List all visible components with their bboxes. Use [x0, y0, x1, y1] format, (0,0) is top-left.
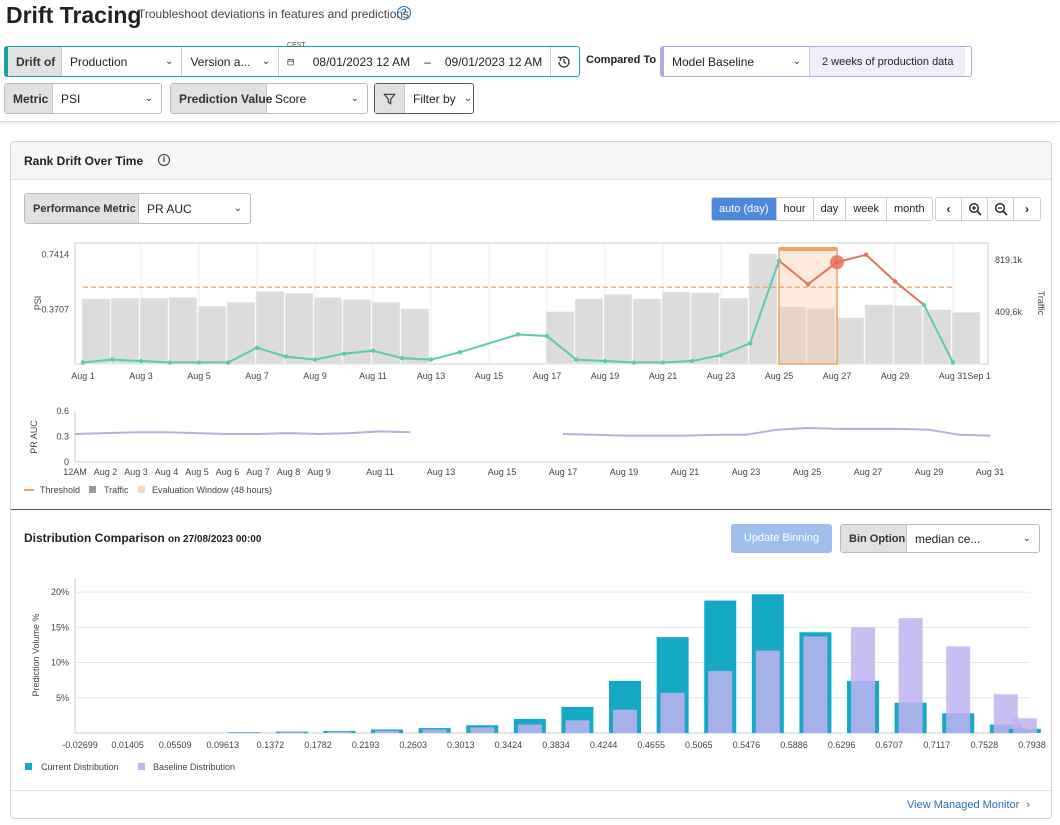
page-header: Drift Tracing Troubleshoot deviations in…	[0, 0, 1060, 122]
footer-divider	[11, 790, 1051, 791]
compared-to-label: Compared To	[586, 54, 657, 66]
version-value: Version a...	[190, 54, 251, 69]
card-header: Rank Drift Over Time i	[11, 142, 1051, 180]
section-divider	[11, 509, 1051, 510]
drift-of-control: Drift of Production ⌄ Version a... ⌄ 08/…	[4, 46, 580, 77]
granularity-toggle: auto (day) hour day week month	[711, 197, 933, 221]
chevron-right-icon: ›	[1026, 799, 1031, 811]
chevron-down-icon: ⌄	[165, 56, 174, 67]
prediction-value-select[interactable]: Prediction Value Score ⌄	[170, 83, 368, 114]
view-managed-monitor-text: View Managed Monitor	[907, 799, 1020, 811]
bin-option-label: Bin Option	[841, 525, 907, 552]
zoom-in-icon[interactable]	[962, 198, 988, 220]
chevron-down-icon: ⌄	[350, 93, 359, 104]
baseline-select[interactable]: Model Baseline ⌄	[664, 47, 810, 76]
bin-option-value: median ce...	[915, 531, 981, 546]
environment-select[interactable]: Production ⌄	[62, 47, 183, 76]
granularity-week[interactable]: week	[846, 198, 887, 220]
metric-dropdown[interactable]: PSI ⌄	[53, 84, 161, 113]
granularity-day[interactable]: day	[813, 198, 847, 220]
chart-nav-buttons: ‹ ›	[935, 197, 1041, 221]
performance-metric-dropdown[interactable]: PR AUC ⌄	[139, 194, 250, 223]
date-range-picker[interactable]: 08/01/2023 12 AM – 09/01/2023 12 AM	[279, 47, 552, 76]
metric-value: PSI	[61, 91, 81, 106]
view-managed-monitor-link[interactable]: View Managed Monitor ›	[907, 799, 1030, 811]
performance-metric-value: PR AUC	[147, 201, 192, 216]
filter-icon-wrap	[375, 84, 405, 113]
page-subtitle: Troubleshoot deviations in features and …	[138, 7, 410, 21]
bin-option-select[interactable]: Bin Option median ce... ⌄	[840, 524, 1040, 553]
metric-select[interactable]: Metric PSI ⌄	[4, 83, 162, 114]
filter-icon	[383, 93, 396, 105]
chevron-left-icon[interactable]: ‹	[936, 198, 962, 220]
filter-label: Filter by	[413, 91, 456, 106]
date-separator: –	[424, 54, 431, 69]
date-start: 08/01/2023 12 AM	[312, 54, 411, 69]
environment-value: Production	[69, 54, 128, 69]
baseline-control: Model Baseline ⌄ 2 weeks of production d…	[660, 46, 972, 77]
baseline-description: 2 weeks of production data	[810, 47, 966, 76]
chevron-right-icon[interactable]: ›	[1014, 198, 1040, 220]
prediction-value-label: Prediction Value	[171, 84, 272, 113]
timezone-label: CEST	[287, 42, 306, 49]
chevron-down-icon: ⌄	[261, 56, 271, 67]
drift-of-label: Drift of	[7, 47, 62, 76]
baseline-value: Model Baseline	[672, 54, 755, 69]
prediction-dropdown[interactable]: Score ⌄	[267, 84, 367, 113]
metric-label: Metric	[5, 84, 53, 113]
prediction-value: Score	[275, 91, 307, 106]
chevron-down-icon: ⌄	[1022, 533, 1031, 544]
info-icon[interactable]: i	[158, 154, 170, 166]
page-title: Drift Tracing	[6, 2, 142, 28]
chevron-down-icon: ⌄	[463, 93, 473, 104]
calendar-icon	[287, 58, 295, 65]
distribution-title: Distribution Comparison on 27/08/2023 00…	[24, 531, 261, 545]
granularity-hour[interactable]: hour	[776, 198, 814, 220]
zoom-out-icon[interactable]	[988, 198, 1014, 220]
history-icon	[558, 55, 570, 68]
performance-metric-select[interactable]: Performance Metric PR AUC ⌄	[24, 193, 251, 224]
distribution-timestamp: on 27/08/2023 00:00	[168, 534, 262, 545]
distribution-title-text: Distribution Comparison	[24, 531, 165, 545]
card-title: Rank Drift Over Time	[24, 154, 144, 168]
granularity-month[interactable]: month	[887, 198, 932, 220]
granularity-auto[interactable]: auto (day)	[712, 198, 777, 220]
chevron-down-icon: ⌄	[233, 203, 242, 214]
chevron-down-icon: ⌄	[144, 93, 153, 104]
help-icon[interactable]: ?	[397, 6, 411, 20]
date-end: 09/01/2023 12 AM	[444, 54, 543, 69]
chevron-down-icon: ⌄	[792, 56, 801, 67]
filter-button[interactable]: Filter by ⌄	[374, 83, 474, 114]
performance-metric-label: Performance Metric	[25, 194, 139, 223]
bin-option-dropdown[interactable]: median ce... ⌄	[907, 525, 1039, 552]
history-button[interactable]	[551, 47, 579, 76]
filter-dropdown[interactable]: Filter by ⌄	[405, 84, 473, 113]
update-binning-button[interactable]: Update Binning	[731, 524, 832, 553]
version-select[interactable]: Version a... ⌄	[182, 47, 280, 76]
rank-drift-card: Rank Drift Over Time i Performance Metri…	[10, 141, 1052, 819]
